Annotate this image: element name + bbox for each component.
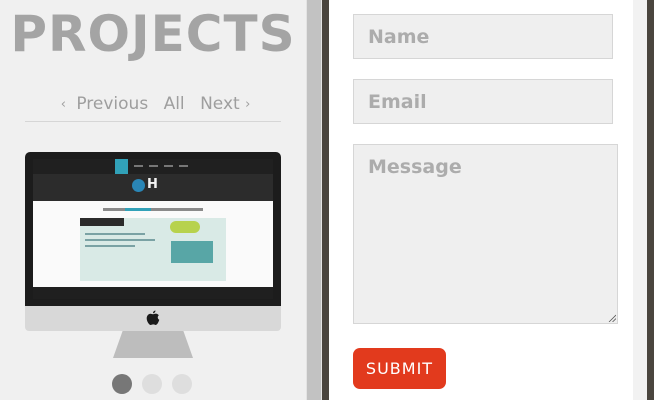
screenshot-logo (132, 179, 145, 192)
screenshot-footer (33, 287, 273, 299)
website-screenshot: H (33, 159, 273, 299)
name-field[interactable] (353, 14, 613, 59)
screenshot-text-line (85, 245, 135, 247)
previous-link[interactable]: ‹ Previous (56, 94, 148, 114)
next-label: Next (200, 94, 240, 114)
project-preview-image[interactable]: H (25, 152, 281, 360)
submit-button[interactable]: SUBMIT (353, 348, 446, 389)
nav-divider (25, 121, 281, 122)
screenshot-nav-item (164, 165, 173, 167)
projects-title: PROJECTS (10, 5, 296, 63)
resize-handle-icon[interactable] (608, 314, 616, 322)
scrollbar-track[interactable] (306, 0, 322, 400)
carousel-dot[interactable] (142, 374, 162, 394)
message-field[interactable] (353, 144, 618, 324)
screenshot-nav-active (115, 159, 128, 174)
screenshot-text-line (85, 233, 145, 235)
screenshot-nav-item (179, 165, 188, 167)
page-edge (633, 0, 647, 400)
carousel-dot[interactable] (172, 374, 192, 394)
email-field[interactable] (353, 79, 613, 124)
apple-icon (146, 310, 160, 325)
projects-nav: ‹ Previous All Next › (0, 94, 306, 114)
screenshot-logo-letter: H (147, 177, 158, 192)
next-link[interactable]: Next › (200, 94, 250, 114)
screenshot-project-badge (170, 221, 200, 233)
screenshot-nav-item (134, 165, 143, 167)
carousel-dot[interactable] (112, 374, 132, 394)
screenshot-tagline (103, 208, 203, 211)
screenshot-nav-item (149, 165, 158, 167)
screenshot-project-heading (80, 218, 124, 226)
chevron-right-icon: › (245, 97, 251, 112)
monitor-stand (113, 331, 193, 358)
chevron-left-icon: ‹ (60, 97, 66, 112)
screenshot-text-line (85, 239, 155, 241)
scrollbar-thumb[interactable] (307, 0, 321, 400)
screenshot-tagline-highlight (125, 208, 151, 211)
monitor-bezel: H (25, 152, 281, 306)
projects-panel: PROJECTS ‹ Previous All Next › H (0, 0, 306, 400)
all-link[interactable]: All (164, 94, 185, 114)
previous-label: Previous (76, 94, 149, 114)
screenshot-project-chart (171, 241, 213, 263)
